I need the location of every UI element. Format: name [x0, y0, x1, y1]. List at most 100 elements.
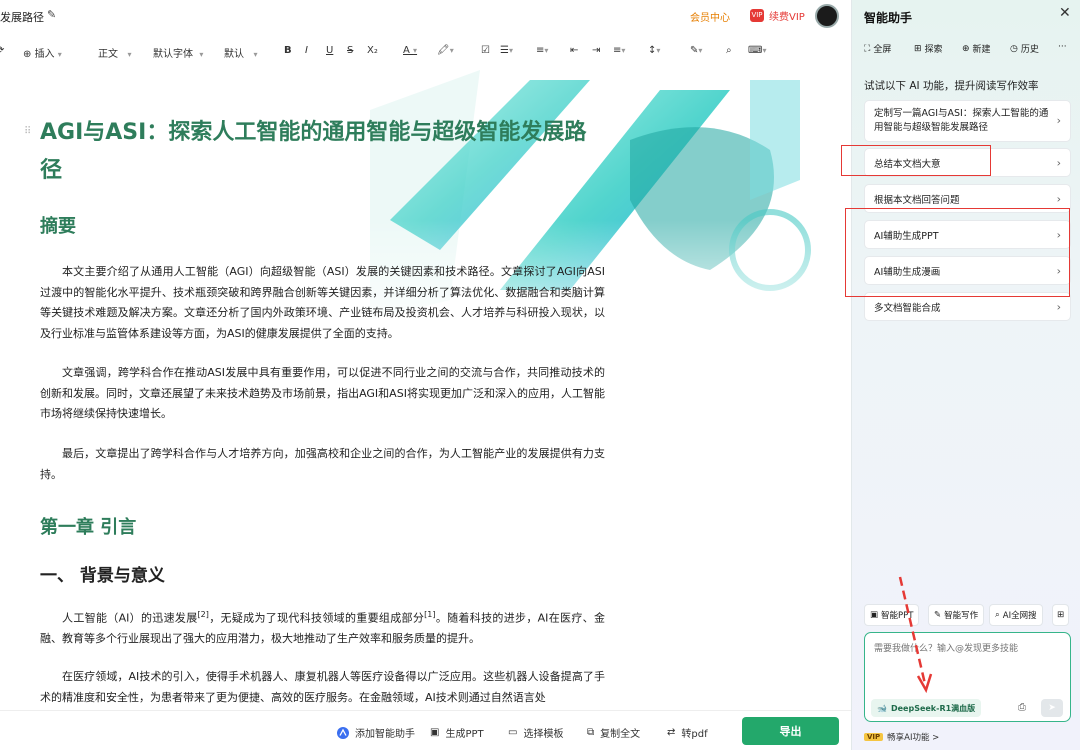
bold-button[interactable]: B — [284, 45, 292, 56]
convert-pdf-button[interactable]: ⇄ 转pdf — [667, 725, 708, 740]
template-icon: ▭ — [508, 727, 518, 738]
search-icon: ⌕ — [995, 610, 1000, 620]
panel-tabs: ⛶ 全屏 ⊞ 探索 ⊕ 新建 ◷ 历史 ··· — [864, 42, 1074, 56]
send-button[interactable]: ➤ — [1041, 699, 1063, 717]
abstract-paragraph-2: 文章强调，跨学科合作在推动ASI发展中具有重要作用，可以促进不同行业之间的交流与… — [40, 366, 605, 420]
card-custom-write-label: 定制写一篇AGI与ASI：探索人工智能的通用智能与超级智能发展路径 — [874, 108, 1049, 133]
web-search-button[interactable]: ⌕ AI全网搜 — [989, 604, 1043, 626]
document-page[interactable]: ⠿ AGI与ASI：探索人工智能的通用智能与超级智能发展路径 摘要 本文主要介绍… — [0, 70, 851, 710]
tab-new-label: 新建 — [972, 45, 991, 55]
paragraph-style-select[interactable]: 正文 ▾ — [98, 45, 132, 60]
format-painter-icon[interactable]: ✎▾ — [690, 45, 702, 56]
font-family-value: 默认字体 — [153, 49, 193, 60]
avatar[interactable] — [815, 4, 839, 28]
add-assistant-button[interactable]: 添加智能助手 — [337, 725, 415, 740]
card-custom-write[interactable]: 定制写一篇AGI与ASI：探索人工智能的通用智能与超级智能发展路径 › — [864, 100, 1071, 142]
document-title-tab[interactable]: 发展路径 — [0, 9, 44, 25]
tab-new[interactable]: ⊕ 新建 — [962, 42, 991, 56]
clock-icon: ◷ — [1010, 43, 1018, 54]
generate-ppt-button[interactable]: ▣ 生成PPT — [430, 725, 484, 740]
smart-write-label: 智能写作 — [944, 611, 979, 621]
choose-template-label: 选择模板 — [523, 729, 564, 740]
export-button[interactable]: 导出 — [742, 717, 839, 745]
drag-handle-icon[interactable]: ⠿ — [24, 126, 31, 137]
intro-paragraph-1: 人工智能（AI）的迅速发展[2]，无疑成为了现代科技领域的重要组成部分[1]。随… — [40, 605, 605, 650]
chevron-right-icon: › — [1056, 192, 1061, 205]
numbered-list-icon[interactable]: ≡▾ — [536, 45, 548, 56]
font-color-button[interactable]: A ▾ — [403, 45, 417, 56]
attach-file-icon[interactable]: ⎙ — [1018, 702, 1026, 713]
top-bar: 发展路径 ✎ 会员中心 VIP 续费VIP — [0, 0, 851, 34]
member-center-link[interactable]: 会员中心 — [690, 9, 730, 24]
insert-label: 插入 — [34, 49, 55, 60]
tab-explore[interactable]: ⊞ 探索 — [914, 42, 943, 56]
subscript-button[interactable]: X₂ — [367, 45, 378, 56]
chat-input[interactable] — [874, 641, 1062, 681]
vip-promo-label: 畅享AI功能 > — [887, 733, 940, 743]
new-chat-icon: ⊕ — [962, 43, 970, 54]
bottom-action-bar: 添加智能助手 ▣ 生成PPT ▭ 选择模板 ⧉ 复制全文 ⇄ 转pdf 导出 — [0, 710, 851, 750]
convert-pdf-label: 转pdf — [681, 729, 708, 740]
italic-button[interactable]: I — [305, 45, 308, 56]
redo-icon[interactable]: ⟳ — [0, 45, 4, 56]
align-icon[interactable]: ≡▾ — [613, 45, 625, 56]
model-selector[interactable]: 🐋 DeepSeek-R1满血版 — [871, 699, 982, 717]
chapter-heading: 第一章 引言 — [40, 517, 137, 538]
highlight-icon[interactable]: 🖍▾ — [437, 45, 454, 56]
keyboard-icon[interactable]: ⌨▾ — [748, 45, 766, 56]
more-skills-icon[interactable]: ⊞ — [1052, 604, 1070, 626]
renew-vip-button[interactable]: VIP 续费VIP — [750, 8, 805, 23]
copy-all-button[interactable]: ⧉ 复制全文 — [587, 725, 640, 740]
ai-assistant-panel: 智能助手 ✕ ⛶ 全屏 ⊞ 探索 ⊕ 新建 ◷ 历史 ··· 试试以下 AI 功能，提升… — [851, 0, 1080, 750]
tab-history-label: 历史 — [1020, 45, 1039, 55]
intro-paragraph-2: 在医疗领域，AI技术的引入，使得手术机器人、康复机器人等医疗设备得以广泛应用。这… — [40, 670, 605, 704]
more-icon[interactable]: ··· — [1058, 42, 1067, 52]
renew-vip-label: 续费VIP — [769, 12, 805, 23]
smart-ppt-button[interactable]: ▣ 智能PPT — [864, 604, 920, 626]
chevron-right-icon: › — [1056, 156, 1061, 169]
insert-menu[interactable]: ⊕ 插入 ▾ — [23, 45, 62, 60]
abstract-paragraph-1: 本文主要介绍了从通用人工智能（AGI）向超级智能（ASI）发展的关键因素和技术路… — [40, 265, 605, 340]
document-editor: 发展路径 ✎ 会员中心 VIP 续费VIP ⟳ ⊕ 插入 ▾ 正文 ▾ 默认字体… — [0, 0, 851, 750]
pen-icon: ✎ — [934, 610, 942, 620]
find-replace-icon[interactable]: ⌕ — [726, 45, 732, 56]
font-size-select[interactable]: 默认 ▾ — [224, 45, 258, 60]
chevron-right-icon: › — [1056, 300, 1061, 313]
vip-tag: VIP — [864, 733, 884, 741]
tab-fullscreen-label: 全屏 — [873, 45, 892, 55]
line-spacing-icon[interactable]: ↕▾ — [648, 45, 660, 56]
section-heading: 一、 背景与意义 — [40, 566, 165, 586]
model-label: DeepSeek-R1满血版 — [890, 703, 976, 713]
outdent-icon[interactable]: ⇤ — [570, 45, 578, 56]
ppt-icon: ▣ — [430, 727, 440, 738]
panel-title: 智能助手 — [864, 11, 913, 25]
vip-promo[interactable]: VIP 畅享AI功能 > — [864, 731, 939, 743]
indent-icon[interactable]: ⇥ — [592, 45, 600, 56]
tab-fullscreen[interactable]: ⛶ 全屏 — [864, 42, 892, 56]
strikethrough-button[interactable]: S — [347, 45, 353, 56]
pencil-icon[interactable]: ✎ — [47, 8, 56, 21]
font-size-value: 默认 — [224, 49, 244, 60]
chat-input-box: 🐋 DeepSeek-R1满血版 ⎙ ➤ — [864, 632, 1071, 722]
underline-button[interactable]: U — [326, 45, 333, 56]
intro-text-a: 人工智能（AI）的迅速发展 — [62, 611, 198, 625]
tab-history[interactable]: ◷ 历史 — [1010, 42, 1039, 56]
fullscreen-icon: ⛶ — [864, 43, 871, 54]
choose-template-button[interactable]: ▭ 选择模板 — [508, 725, 563, 740]
checkbox-list-icon[interactable]: ☑ — [481, 45, 490, 56]
format-toolbar: ⟳ ⊕ 插入 ▾ 正文 ▾ 默认字体 ▾ 默认 ▾ B I U S X₂ A ▾… — [0, 40, 851, 64]
smart-write-button[interactable]: ✎ 智能写作 — [928, 604, 985, 626]
chevron-right-icon: › — [1056, 114, 1061, 127]
tab-explore-label: 探索 — [924, 45, 943, 55]
bullet-list-icon[interactable]: ☰▾ — [500, 45, 513, 56]
add-assistant-label: 添加智能助手 — [355, 729, 415, 740]
vip-icon: VIP — [750, 9, 764, 22]
citation-2[interactable]: [2] — [198, 610, 209, 619]
close-icon[interactable]: ✕ — [1059, 5, 1071, 21]
smart-ppt-label: 智能PPT — [881, 611, 914, 621]
citation-1[interactable]: [1] — [424, 610, 435, 619]
font-family-select[interactable]: 默认字体 ▾ — [153, 45, 203, 60]
annotation-box-generate — [845, 208, 1070, 297]
copy-all-label: 复制全文 — [600, 729, 641, 740]
annotation-box-summarize — [841, 145, 991, 176]
